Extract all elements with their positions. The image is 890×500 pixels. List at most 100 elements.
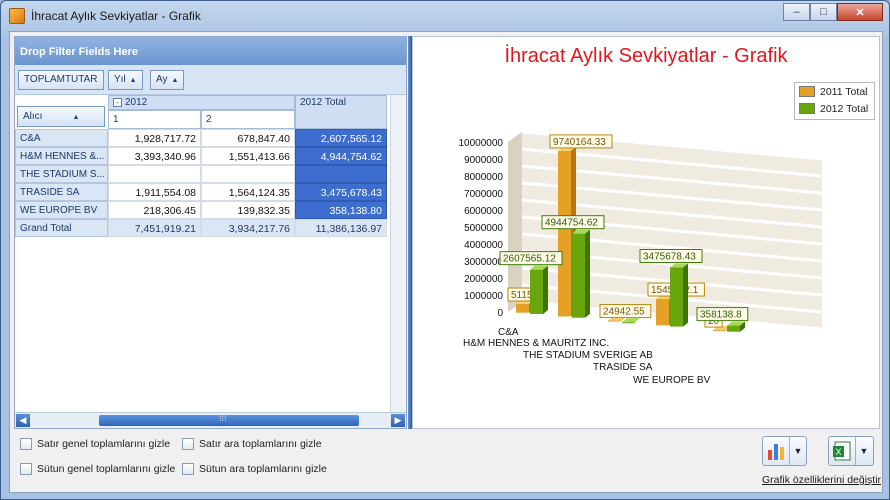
x-tick-label: H&M HENNES & MAURITZ INC.	[463, 338, 609, 349]
close-button[interactable]: ✕	[837, 3, 883, 21]
table-cell[interactable]: 678,847.40	[201, 129, 295, 147]
chart-type-button[interactable]: ▼	[762, 436, 807, 466]
table-row: C&A 1,928,717.72 678,847.40 2,607,565.12	[15, 129, 403, 147]
total-cell[interactable]: 4,944,754.62	[295, 147, 387, 165]
table-cell[interactable]	[201, 165, 295, 183]
checkbox-box[interactable]	[182, 438, 194, 450]
table-cell[interactable]: 1,564,124.35	[201, 183, 295, 201]
row-header[interactable]: H&M HENNES &...	[15, 147, 108, 165]
table-cell[interactable]: 3,934,217.76	[201, 219, 295, 237]
minus-box-icon[interactable]: -	[113, 98, 122, 107]
bar-chart-icon	[768, 444, 784, 460]
x-tick-label: C&A	[498, 327, 519, 338]
table-cell[interactable]: 218,306.45	[108, 201, 201, 219]
table-row: THE STADIUM S...	[15, 165, 403, 183]
minimize-button[interactable]: –	[783, 3, 810, 21]
scroll-thumb[interactable]: ⁞⁞⁞	[99, 413, 359, 426]
total-cell[interactable]: 358,138.80	[295, 201, 387, 219]
row-field-label: Alıcı	[23, 111, 43, 122]
hide-column-subtotals-checkbox[interactable]: Sütun ara toplamlarını gizle	[182, 463, 327, 475]
bar	[656, 299, 669, 326]
data-label: 9740164.33	[553, 137, 606, 148]
bar	[572, 233, 585, 318]
checkbox-label: Satır ara toplamlarını gizle	[199, 438, 322, 450]
vertical-scrollbar[interactable]	[390, 95, 406, 427]
legend-item: 2012 Total	[795, 100, 874, 117]
y-tick-label: 6000000	[464, 206, 503, 217]
table-row: TRASIDE SA 1,911,554.08 1,564,124.35 3,475,…	[15, 183, 403, 201]
chart-settings-link[interactable]: Grafik özelliklerini değiştir	[762, 474, 881, 486]
year-field-button[interactable]: Yıl ▲	[108, 70, 143, 90]
window-controls: – □ ✕	[783, 3, 883, 21]
data-label: 358138.8	[700, 310, 742, 321]
total-cell[interactable]: 11,386,136.97	[295, 219, 387, 237]
hide-row-grand-totals-checkbox[interactable]: Satır genel toplamlarını gizle	[20, 438, 170, 450]
legend-item: 2011 Total	[795, 83, 874, 100]
bar	[727, 325, 740, 332]
checkbox-box[interactable]	[182, 463, 194, 475]
total-cell[interactable]	[295, 165, 387, 183]
y-tick-label: 1000000	[464, 291, 503, 302]
svg-text:X: X	[836, 447, 842, 457]
month-header[interactable]: 2	[201, 110, 295, 129]
row-header[interactable]: Grand Total	[15, 219, 108, 237]
row-header[interactable]: TRASIDE SA	[15, 183, 108, 201]
title-bar[interactable]: İhracat Aylık Sevkiyatlar - Grafik – □ ✕	[1, 1, 889, 31]
table-cell[interactable]: 1,911,554.08	[108, 183, 201, 201]
checkbox-box[interactable]	[20, 463, 32, 475]
total-cell[interactable]: 3,475,678.43	[295, 183, 387, 201]
table-cell[interactable]: 1,928,717.72	[108, 129, 201, 147]
data-label: 24942.55	[603, 307, 645, 318]
month-header[interactable]: 1	[108, 110, 201, 129]
data-label: 3475678.43	[643, 251, 696, 262]
x-tick-label: WE EUROPE BV	[633, 375, 711, 386]
table-cell[interactable]: 3,393,340.96	[108, 147, 201, 165]
filter-drop-zone[interactable]: Drop Filter Fields Here	[15, 37, 406, 65]
window-title: İhracat Aylık Sevkiyatlar - Grafik	[31, 9, 201, 23]
chevron-down-icon[interactable]: ▼	[856, 446, 872, 456]
app-window: İhracat Aylık Sevkiyatlar - Grafik – □ ✕…	[0, 0, 890, 500]
pivot-grid: Drop Filter Fields Here TOPLAMTUTAR Yıl ▲…	[14, 36, 407, 429]
row-header[interactable]: WE EUROPE BV	[15, 201, 108, 219]
sort-asc-icon: ▲	[129, 77, 137, 84]
table-row: H&M HENNES &... 3,393,340.96 1,551,413.66 4…	[15, 147, 403, 165]
x-tick-label: TRASIDE SA	[593, 362, 653, 373]
column-group-header[interactable]: -2012	[108, 95, 295, 110]
bar	[622, 322, 635, 324]
export-button[interactable]: X ▼	[828, 436, 874, 466]
data-field-button[interactable]: TOPLAMTUTAR	[18, 70, 104, 90]
column-total-header[interactable]: 2012 Total	[295, 95, 387, 129]
legend-label: 2012 Total	[820, 102, 869, 115]
checkbox-label: Sütun ara toplamlarını gizle	[199, 463, 327, 475]
bar	[713, 330, 726, 332]
bar	[530, 269, 543, 314]
bar	[608, 320, 621, 322]
y-tick-label: 3000000	[464, 257, 503, 268]
app-icon	[9, 8, 25, 24]
column-group-label: 2012	[125, 97, 148, 108]
row-header[interactable]: C&A	[15, 129, 108, 147]
row-header[interactable]: THE STADIUM S...	[15, 165, 108, 183]
scroll-right-button[interactable]: ▶	[391, 414, 405, 427]
horizontal-scrollbar[interactable]: ◀ ⁞⁞⁞ ▶	[15, 412, 406, 428]
excel-export-icon: X	[833, 441, 851, 461]
bar-side	[543, 265, 548, 314]
chevron-down-icon[interactable]: ▼	[790, 446, 806, 456]
row-field-button[interactable]: Alıcı ▲	[17, 106, 105, 127]
table-cell[interactable]: 139,832.35	[201, 201, 295, 219]
grand-total-row: Grand Total 7,451,919.21 3,934,217.76 11,38…	[15, 219, 403, 237]
bar-side	[683, 263, 688, 327]
checkbox-box[interactable]	[20, 438, 32, 450]
month-field-button[interactable]: Ay ▲	[150, 70, 185, 90]
y-tick-label: 8000000	[464, 172, 503, 183]
maximize-button[interactable]: □	[810, 3, 837, 21]
table-cell[interactable]	[108, 165, 201, 183]
table-cell[interactable]: 1,551,413.66	[201, 147, 295, 165]
total-cell[interactable]: 2,607,565.12	[295, 129, 387, 147]
scroll-left-button[interactable]: ◀	[16, 414, 30, 427]
table-cell[interactable]: 7,451,919.21	[108, 219, 201, 237]
chart-legend: 2011 Total 2012 Total	[794, 82, 875, 120]
hide-row-subtotals-checkbox[interactable]: Satır ara toplamlarını gizle	[182, 438, 322, 450]
checkbox-label: Satır genel toplamlarını gizle	[37, 438, 171, 450]
hide-column-grand-totals-checkbox[interactable]: Sütun genel toplamlarını gizle	[20, 463, 175, 475]
